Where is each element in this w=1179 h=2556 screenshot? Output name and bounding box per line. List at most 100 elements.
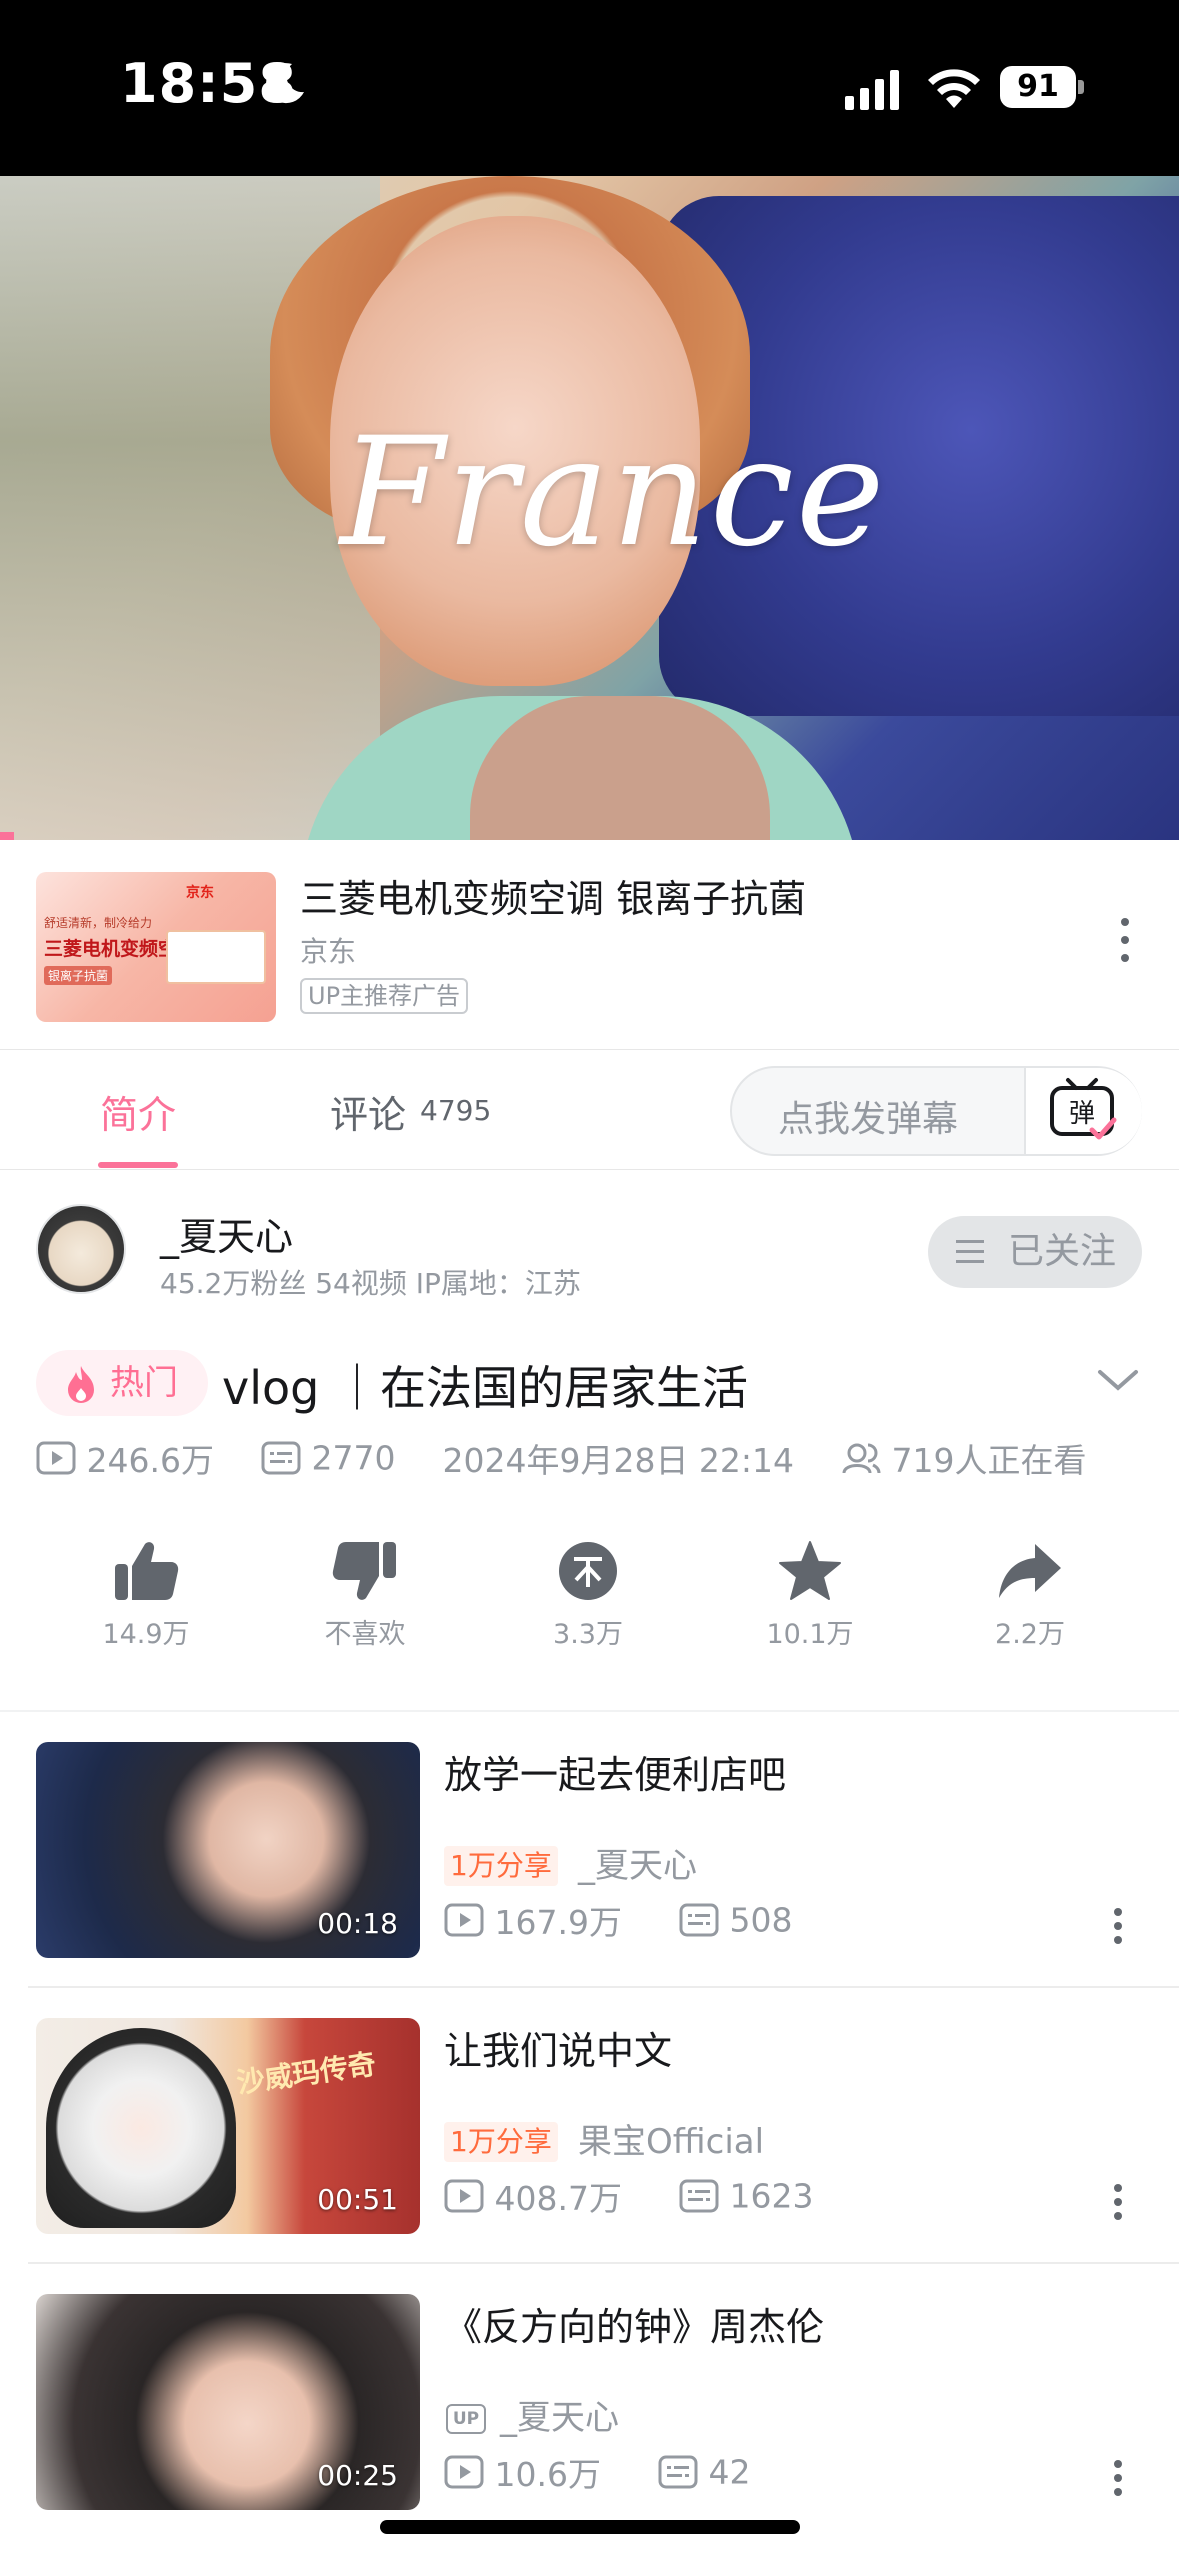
related-danmaku-count: 508 [729,1900,793,1940]
share-tag: 1万分享 [444,2122,558,2162]
view-count: 246.6万 [86,1441,214,1480]
home-indicator[interactable] [380,2520,800,2534]
chevron-down-icon[interactable] [1096,1366,1140,1394]
related-video-title[interactable]: 放学一起去便利店吧 [444,1744,786,1799]
danmaku-input[interactable]: 点我发弹幕 弹 [730,1066,1142,1156]
publish-date: 2024年9月28日 22:14 [442,1441,795,1480]
uploader-name[interactable]: _夏天心 [160,1206,293,1261]
hot-badge[interactable]: 热门 [36,1350,208,1416]
danmaku-icon-char: 弹 [1069,1099,1095,1129]
ad-thumb-brand: 京东 [186,885,214,901]
like-count: 14.9万 [102,1619,190,1650]
danmaku-count: 2770 [311,1438,396,1478]
ad-thumb-slogan: 舒适清新，制冷给力 [44,916,153,930]
related-video-author: _夏天心 [500,2398,619,2438]
list-item[interactable]: 00:18 放学一起去便利店吧 1万分享 _夏天心 167.9万 508 [0,1710,1179,1986]
share-tag: 1万分享 [444,1846,558,1886]
related-video-title[interactable]: 让我们说中文 [444,2020,672,2075]
flame-icon [68,1366,94,1403]
tab-active-indicator [98,1162,178,1168]
more-options-icon[interactable] [1108,2456,1128,2500]
list-item[interactable]: 00:25 《反方向的钟》周杰伦 UP _夏天心 10.6万 42 [0,2262,1179,2538]
favorite-count: 10.1万 [766,1619,854,1650]
battery-indicator: 91 [1000,66,1076,108]
tab-comments[interactable]: 评论 [330,1084,406,1139]
uploader-stats: 45.2万粉丝 54视频 IP属地：江苏 [160,1267,581,1300]
more-options-icon[interactable] [1108,1904,1128,1948]
danmaku-count-icon [658,2455,698,2489]
coin-icon [559,1542,617,1600]
viewers-icon [842,1443,881,1474]
list-item[interactable]: 沙威玛传奇 00:51 让我们说中文 1万分享 果宝Official 408.7… [0,1986,1179,2262]
status-bar: 18:58 91 [0,0,1179,176]
danmaku-count-icon [679,1903,719,1937]
related-video-stats: 167.9万 508 [444,1896,792,1944]
video-title: vlog ｜在法国的居家生活 [222,1361,748,1415]
share-count: 2.2万 [995,1619,1065,1650]
battery-tip [1078,80,1084,94]
moon-icon [266,63,304,104]
star-icon [779,1541,841,1600]
danmaku-toggle-button[interactable]: 弹 [1024,1068,1142,1154]
video-progress-bar[interactable] [0,832,14,840]
ad-tag: UP主推荐广告 [300,978,469,1014]
video-thumbnail[interactable]: 00:18 [36,1742,420,1958]
tab-comments-count[interactable]: 4795 [420,1094,491,1127]
watching-count: 719人正在看 [891,1441,1087,1480]
follow-button[interactable]: 已关注 [928,1216,1142,1288]
hot-label: 热门 [110,1363,178,1403]
ad-title[interactable]: 三菱电机变频空调 银离子抗菌 [300,868,806,923]
danmaku-tv-icon: 弹 [1050,1078,1117,1140]
video-duration: 00:18 [317,1907,398,1940]
up-badge: UP [446,2404,486,2434]
thumb-character [46,2028,236,2228]
play-count-icon [444,1903,484,1937]
related-video-title[interactable]: 《反方向的钟》周杰伦 [444,2296,824,2351]
cellular-signal-icon [845,70,899,110]
related-view-count: 167.9万 [494,1903,622,1942]
play-count-icon [444,2455,484,2489]
related-video-stats: 408.7万 1623 [444,2172,813,2220]
dislike-label: 不喜欢 [324,1619,406,1650]
danmaku-count-icon [261,1441,301,1475]
avatar[interactable] [36,1204,126,1294]
ad-thumb-feature: 银离子抗菌 [44,966,113,985]
video-duration: 00:25 [317,2459,398,2492]
related-view-count: 10.6万 [494,2455,601,2494]
video-meta-row: 246.6万 2770 2024年9月28日 22:14 719人正在看 [36,1434,1087,1482]
share-arrow-icon [999,1544,1061,1598]
danmaku-count-icon [679,2179,719,2213]
ad-thumb-product-image [166,930,266,984]
video-duration: 00:51 [317,2183,398,2216]
tab-intro[interactable]: 简介 [100,1084,176,1139]
video-thumbnail[interactable]: 00:25 [36,2294,420,2510]
more-options-icon[interactable] [1110,910,1140,970]
like-button[interactable]: 14.9万 [66,1540,226,1651]
thumbs-up-icon [115,1542,179,1600]
danmaku-placeholder[interactable]: 点我发弹幕 [778,1090,958,1142]
more-options-icon[interactable] [1108,2180,1128,2224]
related-danmaku-count: 1623 [729,2176,814,2216]
ad-banner[interactable]: 京东 舒适清新，制冷给力 三菱电机变频空调 银离子抗菌 三菱电机变频空调 银离子… [0,840,1179,1050]
favorite-button[interactable]: 10.1万 [730,1540,890,1651]
play-count-icon [36,1441,76,1475]
related-video-author: _夏天心 [578,1846,697,1886]
ad-thumbnail[interactable]: 京东 舒适清新，制冷给力 三菱电机变频空调 银离子抗菌 [36,872,276,1022]
video-player[interactable]: France [0,176,1179,840]
coin-count: 3.3万 [553,1619,623,1650]
follow-label: 已关注 [1008,1231,1117,1272]
play-count-icon [444,2179,484,2213]
share-button[interactable]: 2.2万 [950,1540,1110,1651]
tab-bar: 简介 评论 4795 点我发弹幕 弹 [0,1050,1179,1170]
thumb-sign-text: 沙威玛传奇 [234,2047,378,2100]
related-video-stats: 10.6万 42 [444,2448,750,2496]
menu-lines-icon [956,1240,984,1263]
ad-source: 京东 [300,935,357,968]
coin-button[interactable]: 3.3万 [508,1540,668,1651]
related-view-count: 408.7万 [494,2179,622,2218]
video-thumbnail[interactable]: 沙威玛传奇 00:51 [36,2018,420,2234]
dislike-button[interactable]: 不喜欢 [285,1540,445,1651]
related-danmaku-count: 42 [708,2452,751,2492]
related-video-author: 果宝Official [578,2122,765,2162]
thumbs-down-icon [332,1542,396,1600]
